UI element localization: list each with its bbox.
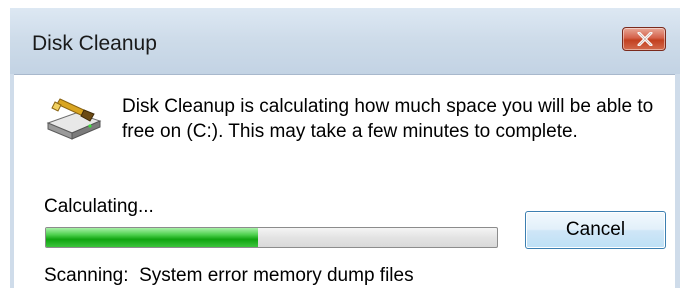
disk-cleanup-icon: [42, 89, 106, 150]
close-button[interactable]: [622, 27, 666, 51]
scanning-item: System error memory dump files: [139, 265, 414, 286]
close-icon: [637, 32, 653, 46]
title-bar[interactable]: Disk Cleanup: [10, 8, 680, 74]
progress-bar: [45, 227, 498, 248]
disk-cleanup-window: Disk Cleanup Disk Cleanup is calculating: [0, 0, 690, 288]
window-title: Disk Cleanup: [32, 32, 157, 55]
scanning-status: Scanning: System error memory dump files: [44, 265, 414, 287]
scanning-label: Scanning:: [44, 265, 129, 286]
calculating-label: Calculating...: [44, 196, 154, 217]
cancel-button[interactable]: Cancel: [525, 211, 666, 249]
dialog-content: Disk Cleanup is calculating how much spa…: [14, 74, 675, 288]
progress-bar-fill: [46, 228, 258, 247]
calculation-message: Disk Cleanup is calculating how much spa…: [122, 96, 654, 142]
